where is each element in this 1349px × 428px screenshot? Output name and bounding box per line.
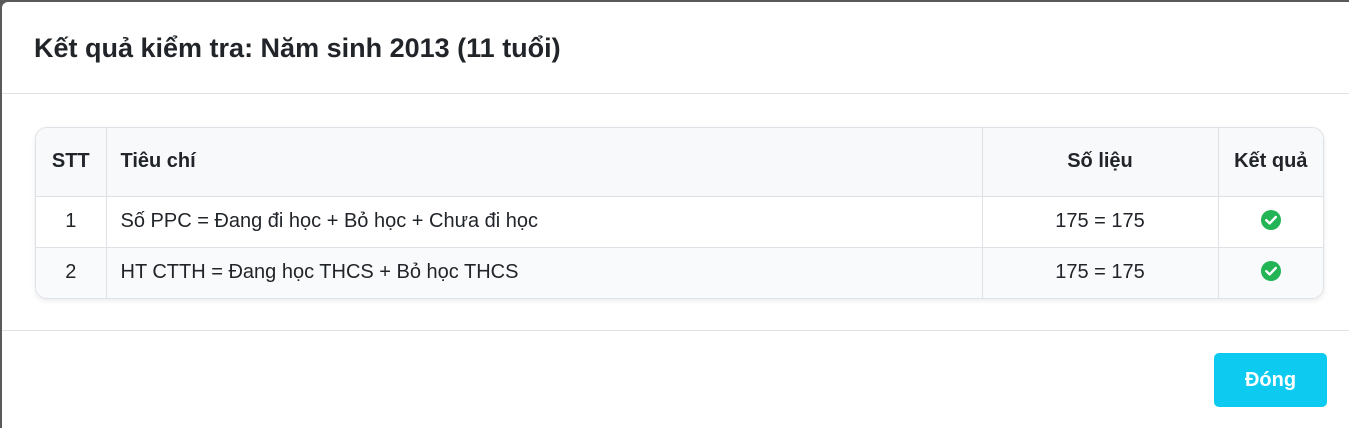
row-figures: 175 = 175 [982,247,1219,298]
row-stt: 1 [36,196,107,248]
column-header-result: Kết quả [1218,128,1323,197]
row-result [1218,196,1323,248]
modal-body: STT Tiêu chí Số liệu Kết quả 1 Số PPC = … [2,94,1349,331]
row-criteria: Số PPC = Đang đi học + Bỏ học + Chưa đi … [106,196,983,248]
close-button[interactable]: Đóng [1214,353,1327,407]
check-circle-icon [1260,209,1281,230]
column-header-criteria: Tiêu chí [106,128,983,197]
modal-footer: Đóng [2,331,1349,427]
modal-header: Kết quả kiểm tra: Năm sinh 2013 (11 tuổi… [2,2,1349,94]
row-figures: 175 = 175 [982,196,1219,248]
row-result [1218,247,1323,298]
result-table: STT Tiêu chí Số liệu Kết quả 1 Số PPC = … [36,128,1323,298]
check-circle-icon [1260,260,1281,281]
table-row: 2 HT CTTH = Đang học THCS + Bỏ học THCS … [36,247,1323,298]
row-criteria: HT CTTH = Đang học THCS + Bỏ học THCS [106,247,983,298]
table-header-row: STT Tiêu chí Số liệu Kết quả [36,128,1323,197]
column-header-figures: Số liệu [982,128,1219,197]
result-modal: Kết quả kiểm tra: Năm sinh 2013 (11 tuổi… [2,2,1349,428]
column-header-stt: STT [36,128,107,197]
row-stt: 2 [36,247,107,298]
modal-title: Kết quả kiểm tra: Năm sinh 2013 (11 tuổi… [34,33,561,63]
result-table-container: STT Tiêu chí Số liệu Kết quả 1 Số PPC = … [35,127,1324,299]
table-row: 1 Số PPC = Đang đi học + Bỏ học + Chưa đ… [36,196,1323,248]
